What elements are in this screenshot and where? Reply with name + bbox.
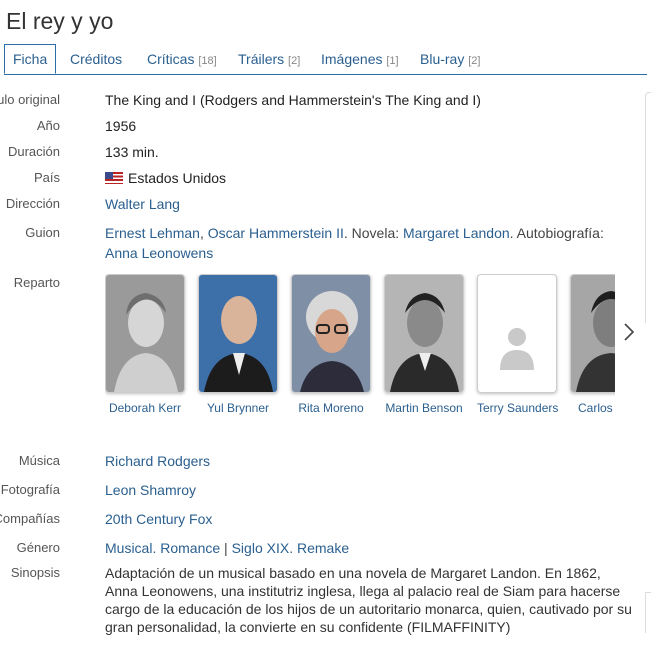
chevron-right-icon[interactable] <box>623 322 635 348</box>
tab-creditos[interactable]: Créditos <box>70 51 122 67</box>
cast-label: Reparto <box>13 275 60 290</box>
sidebar-panel-edge <box>645 92 651 323</box>
cast-card[interactable]: Deborah Kerr <box>105 274 185 415</box>
country-value: Estados Unidos <box>105 168 620 188</box>
photography-label: Fotografía <box>0 482 60 497</box>
genre-label: Género <box>16 540 60 555</box>
original-title-value: The King and I (Rodgers and Hammerstein'… <box>105 92 481 108</box>
year-label: Año <box>36 118 60 133</box>
country-name: Estados Unidos <box>128 170 227 186</box>
cast-card[interactable]: Martin Benson <box>384 274 464 415</box>
duration-value: 133 min. <box>105 144 159 160</box>
music-label: Música <box>18 453 60 468</box>
cast-name[interactable]: Terry Saunders <box>477 401 558 415</box>
country-label: País <box>33 170 60 185</box>
cast-photo <box>291 274 371 393</box>
writer-link[interactable]: Oscar Hammerstein II <box>208 225 344 241</box>
tab-ficha[interactable]: Ficha <box>4 44 57 74</box>
genre-link[interactable]: Romance <box>160 540 220 556</box>
year-value: 1956 <box>105 118 137 134</box>
cast-card[interactable]: Yul Brynner <box>198 274 278 415</box>
photography-link[interactable]: Leon Shamroy <box>105 482 196 498</box>
duration-label: Duración <box>7 144 60 159</box>
synopsis-text: Adaptación de un musical basado en una n… <box>105 565 632 635</box>
genre-value: Musical. Romance | Siglo XIX. Remake <box>105 540 350 556</box>
cast-name[interactable]: Deborah Kerr <box>105 401 185 415</box>
cast-photo <box>570 274 615 393</box>
tab-bar: Ficha Créditos Críticas [18] Tráilers [2… <box>0 44 651 75</box>
cast-carousel: Deborah Kerr Yul Brynner Rita Moreno Mar… <box>105 274 615 424</box>
tab-imagenes[interactable]: Imágenes [1] <box>321 51 399 67</box>
cast-name[interactable]: Carlos <box>570 401 615 415</box>
sidebar-panel-edge <box>645 592 651 633</box>
company-link[interactable]: 20th Century Fox <box>105 511 212 527</box>
cast-name[interactable]: Yul Brynner <box>198 401 278 415</box>
original-title-label: Título original <box>0 92 60 107</box>
music-link[interactable]: Richard Rodgers <box>105 453 210 469</box>
topic-link[interactable]: Remake <box>297 540 349 556</box>
tab-trailers[interactable]: Tráilers [2] <box>238 51 300 67</box>
screenplay-value: Ernest Lehman, Oscar Hammerstein II. Nov… <box>105 225 604 261</box>
tab-criticas[interactable]: Críticas [18] <box>147 51 217 67</box>
tab-underline <box>4 74 647 75</box>
cast-card[interactable]: Carlos <box>570 274 615 415</box>
companies-label: Compañías <box>0 511 60 526</box>
cast-photo <box>384 274 464 393</box>
cast-photo <box>477 274 557 393</box>
cast-name[interactable]: Martin Benson <box>384 401 464 415</box>
cast-card[interactable]: Rita Moreno <box>291 274 371 415</box>
person-placeholder-icon <box>500 328 534 370</box>
cast-card[interactable]: Terry Saunders <box>477 274 558 415</box>
novelist-link[interactable]: Margaret Landon <box>403 225 510 241</box>
synopsis-label: Sinopsis <box>10 565 60 580</box>
director-label: Dirección <box>5 196 60 211</box>
cast-photo <box>198 274 278 393</box>
tab-bluray[interactable]: Blu-ray [2] <box>420 51 480 67</box>
autobiographer-link[interactable]: Anna Leonowens <box>105 245 213 261</box>
cast-name[interactable]: Rita Moreno <box>291 401 371 415</box>
topic-link[interactable]: Siglo XIX <box>232 540 290 556</box>
director-link[interactable]: Walter Lang <box>105 196 180 212</box>
cast-photo <box>105 274 185 393</box>
screenplay-label: Guion <box>25 225 60 240</box>
us-flag-icon <box>105 172 123 184</box>
genre-link[interactable]: Musical <box>105 540 152 556</box>
page-title: El rey y yo <box>6 8 114 34</box>
writer-link[interactable]: Ernest Lehman <box>105 225 200 241</box>
